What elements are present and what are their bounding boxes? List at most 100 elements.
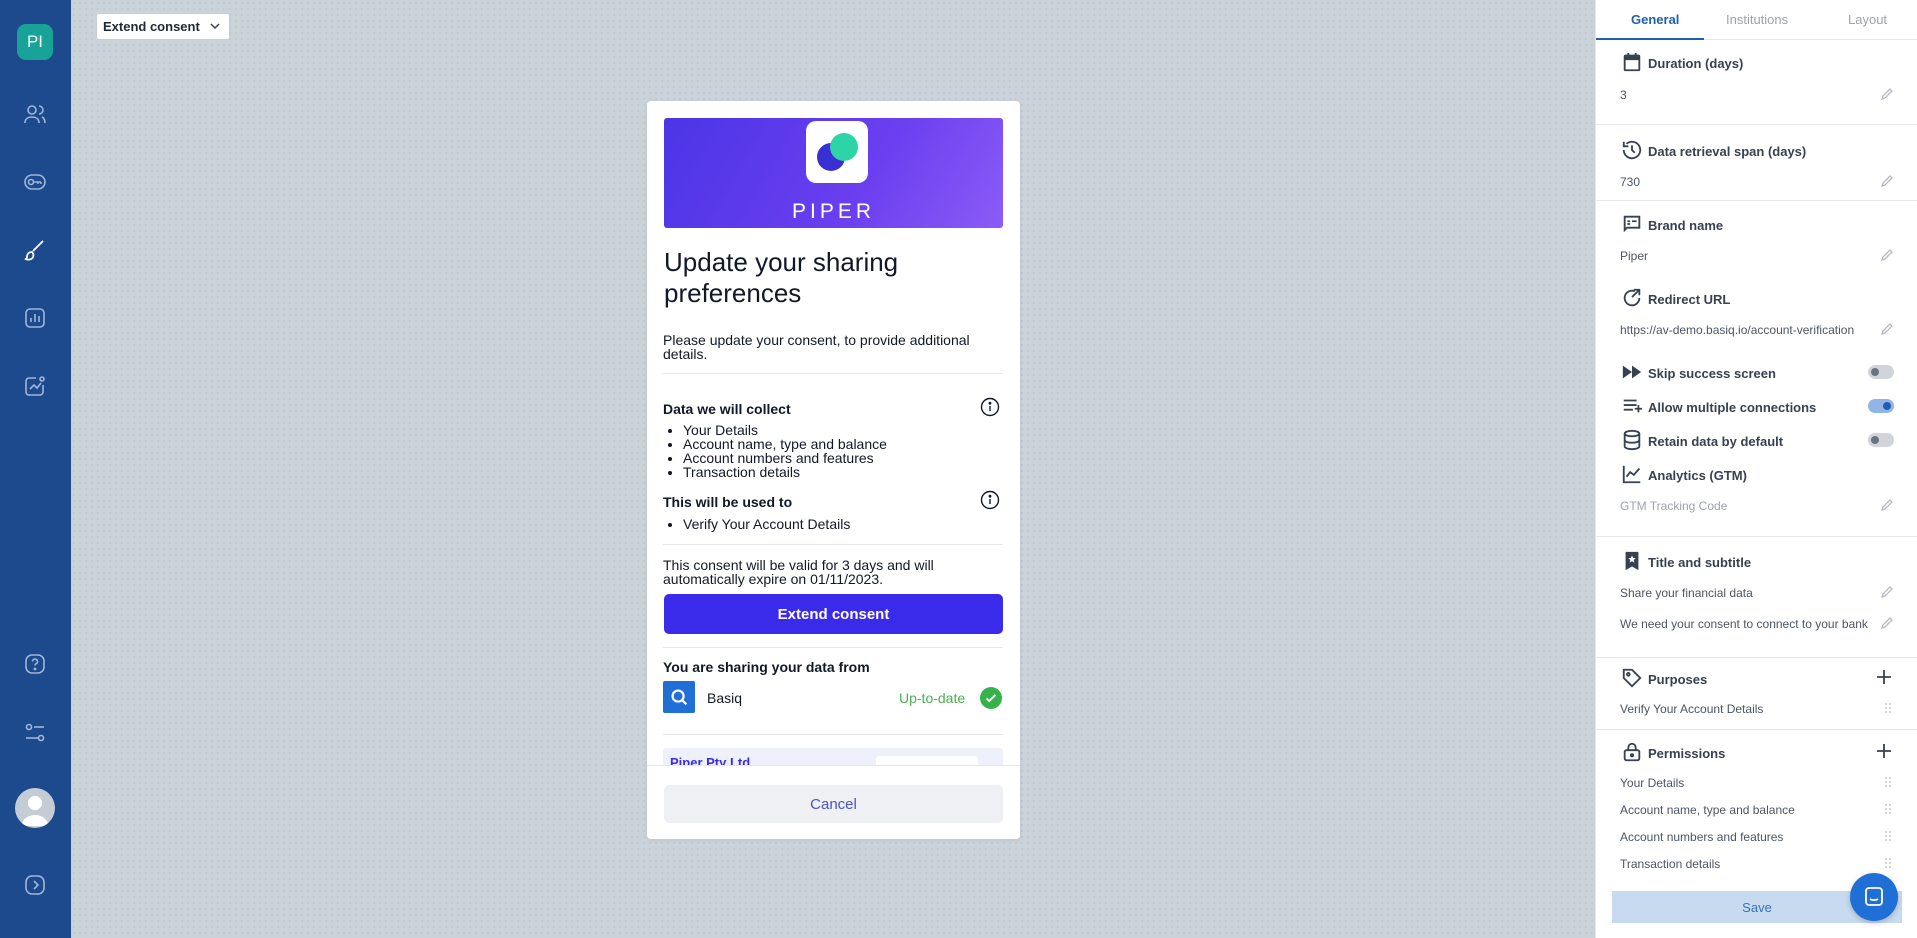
divider <box>1596 729 1917 730</box>
check-icon <box>980 687 1002 709</box>
brand-field[interactable]: Piper <box>1620 249 1880 263</box>
retrieval-field[interactable]: 730 <box>1620 175 1880 189</box>
info-icon[interactable] <box>980 397 1000 417</box>
pencil-icon[interactable] <box>1880 498 1894 512</box>
calendar-icon <box>1623 52 1641 72</box>
modal-footer: Cancel <box>647 765 1020 839</box>
used-title: This will be used to <box>663 494 793 510</box>
history-icon <box>1622 140 1642 160</box>
tag-icon <box>1622 668 1642 688</box>
used-list: Verify Your Account Details <box>683 517 850 531</box>
drag-handle-icon[interactable] <box>1884 803 1892 815</box>
brand-comment-icon <box>1623 215 1641 233</box>
playlist-add-icon <box>1623 399 1643 413</box>
permission-item[interactable]: Transaction details <box>1620 857 1880 871</box>
duration-label: Duration (days) <box>1648 56 1744 71</box>
permission-item[interactable]: Account numbers and features <box>1620 830 1880 844</box>
multiple-connections-label: Allow multiple connections <box>1648 400 1817 415</box>
gtm-code-field[interactable]: GTM Tracking Code <box>1620 499 1880 513</box>
permission-item[interactable]: Your Details <box>1620 776 1880 790</box>
brand-label: Brand name <box>1648 218 1724 233</box>
pencil-icon[interactable] <box>1880 87 1894 101</box>
org-avatar[interactable]: PI <box>17 24 53 60</box>
extend-consent-button[interactable]: Extend consent <box>664 594 1003 634</box>
key-icon[interactable] <box>22 169 48 195</box>
divider <box>1596 124 1917 125</box>
pencil-icon[interactable] <box>1880 248 1894 262</box>
skip-success-toggle[interactable] <box>1868 365 1894 379</box>
redirect-icon <box>1623 288 1641 307</box>
pencil-icon[interactable] <box>1880 616 1894 630</box>
drag-handle-icon[interactable] <box>1884 857 1892 869</box>
purpose-item[interactable]: Verify Your Account Details <box>1620 702 1880 716</box>
retrieval-label: Data retrieval span (days) <box>1648 144 1807 159</box>
permissions-label: Permissions <box>1648 746 1726 761</box>
list-item: Your Details <box>683 423 887 437</box>
institution-name: Basiq <box>707 690 743 706</box>
duration-field[interactable]: 3 <box>1620 88 1880 102</box>
analytics-icon[interactable] <box>22 373 48 399</box>
database-icon <box>1623 429 1641 451</box>
pencil-icon[interactable] <box>1880 322 1894 336</box>
redirect-field[interactable]: https://av-demo.basiq.io/account-verific… <box>1620 323 1880 337</box>
avatar[interactable] <box>15 788 55 828</box>
cancel-button[interactable]: Cancel <box>664 785 1003 823</box>
chat-icon[interactable] <box>1850 873 1898 921</box>
divider <box>1596 200 1917 201</box>
fast-forward-icon <box>1622 365 1642 379</box>
drag-handle-icon[interactable] <box>1884 776 1892 788</box>
brush-icon[interactable] <box>22 237 48 263</box>
info-icon[interactable] <box>980 490 1000 510</box>
list-item: Account numbers and features <box>683 451 887 465</box>
pencil-icon[interactable] <box>1880 585 1894 599</box>
brand-banner: PIPER <box>664 118 1003 228</box>
tab-layout[interactable]: Layout <box>1848 12 1887 27</box>
help-icon[interactable] <box>22 651 48 677</box>
list-item: Transaction details <box>683 465 887 479</box>
flow-select[interactable]: Extend consent <box>96 13 230 40</box>
drag-handle-icon[interactable] <box>1884 830 1892 842</box>
brand-text: PIPER <box>791 200 876 223</box>
users-icon[interactable] <box>22 101 48 127</box>
settings-sliders-icon[interactable] <box>22 720 48 746</box>
validity-text: This consent will be valid for 3 days an… <box>663 557 934 587</box>
modal-intro: Please update your consent, to provide a… <box>663 332 970 362</box>
title-field[interactable]: Share your financial data <box>1620 586 1880 600</box>
divider <box>663 647 1003 648</box>
tab-general[interactable]: General <box>1631 12 1679 27</box>
redirect-label: Redirect URL <box>1648 292 1731 307</box>
purposes-label: Purposes <box>1648 672 1708 687</box>
active-tab-indicator <box>1596 38 1704 40</box>
line-chart-icon <box>1622 465 1641 484</box>
tab-institutions[interactable]: Institutions <box>1726 12 1788 27</box>
sharing-title: You are sharing your data from <box>663 659 870 675</box>
settings-tabs: General Institutions Layout <box>1596 0 1917 40</box>
pencil-icon[interactable] <box>1880 174 1894 188</box>
collect-title: Data we will collect <box>663 401 791 417</box>
list-item: Account name, type and balance <box>683 437 887 451</box>
lock-icon <box>1623 742 1641 762</box>
analytics-label: Analytics (GTM) <box>1648 468 1747 483</box>
drag-handle-icon[interactable] <box>1884 702 1892 714</box>
retain-data-toggle[interactable] <box>1868 433 1894 447</box>
brand-logo <box>806 121 868 183</box>
add-permission-icon[interactable] <box>1875 742 1893 760</box>
left-nav-rail: PI <box>0 0 71 938</box>
bookmark-star-icon <box>1625 551 1639 571</box>
flow-select-value: Extend consent <box>103 19 200 34</box>
modal-title: Update your sharing preferences <box>664 247 899 308</box>
divider <box>1596 657 1917 658</box>
permission-item[interactable]: Account name, type and balance <box>1620 803 1880 817</box>
expand-icon[interactable] <box>22 872 48 898</box>
list-item: Verify Your Account Details <box>683 517 850 531</box>
settings-panel: General Institutions Layout Duration (da… <box>1595 0 1917 938</box>
institution-status: Up-to-date <box>899 690 966 706</box>
divider <box>663 373 1003 374</box>
subtitle-field[interactable]: We need your consent to connect to your … <box>1620 617 1880 631</box>
multiple-connections-toggle[interactable] <box>1868 399 1894 413</box>
add-purpose-icon[interactable] <box>1875 668 1893 686</box>
chevron-down-icon <box>210 23 220 30</box>
basiq-logo <box>663 681 695 713</box>
consent-modal-preview: PIPER Update your sharing preferences Pl… <box>647 101 1020 839</box>
report-icon[interactable] <box>22 305 48 331</box>
